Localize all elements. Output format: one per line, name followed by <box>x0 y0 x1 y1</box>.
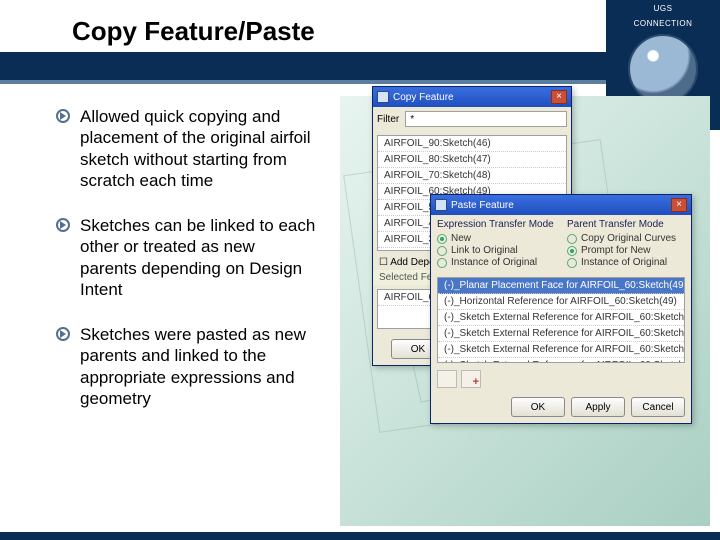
bullet-icon <box>56 109 70 123</box>
radio-label: Link to Original <box>451 245 518 256</box>
close-icon[interactable]: × <box>551 90 567 104</box>
bullet-item: Sketches can be linked to each other or … <box>56 215 316 300</box>
logo-line2: CONNECTION <box>634 19 693 28</box>
list-item[interactable]: (-)_Sketch External Reference for AIRFOI… <box>438 326 684 342</box>
title-area: Copy Feature/Paste <box>72 16 315 47</box>
tool-icon[interactable] <box>437 370 457 388</box>
cancel-button[interactable]: Cancel <box>631 397 685 417</box>
close-icon[interactable]: × <box>671 198 687 212</box>
radio-icon <box>437 258 447 268</box>
bullet-text: Sketches can be linked to each other or … <box>80 215 316 300</box>
ok-button[interactable]: OK <box>511 397 565 417</box>
radio-par-instance[interactable]: Instance of Original <box>567 257 685 268</box>
radio-icon <box>567 234 577 244</box>
list-item[interactable]: AIRFOIL_70:Sketch(48) <box>378 168 566 184</box>
dialog-title: Paste Feature <box>451 200 667 211</box>
bullet-item: Sketches were pasted as new parents and … <box>56 324 316 409</box>
expression-mode-col: Expression Transfer Mode New Link to Ori… <box>431 215 561 273</box>
list-item[interactable]: (-)_Sketch External Reference for AIRFOI… <box>438 358 684 363</box>
radio-icon <box>567 246 577 256</box>
radio-icon <box>567 258 577 268</box>
dialog-icon <box>377 91 389 103</box>
radio-icon <box>437 246 447 256</box>
bullet-icon <box>56 327 70 341</box>
button-bar: OK Apply Cancel <box>431 391 691 423</box>
mode-grid: Expression Transfer Mode New Link to Ori… <box>431 215 691 273</box>
titlebar[interactable]: Paste Feature × <box>431 195 691 215</box>
radio-label: New <box>451 233 471 244</box>
filter-label: Filter <box>377 114 399 125</box>
filter-input[interactable] <box>405 111 567 127</box>
dialog-title: Copy Feature <box>393 92 547 103</box>
list-item[interactable]: (-)_Horizontal Reference for AIRFOIL_60:… <box>438 294 684 310</box>
radio-exp-link[interactable]: Link to Original <box>437 245 555 256</box>
radio-label: Instance of Original <box>451 257 537 268</box>
globe-icon <box>628 34 698 104</box>
radio-label: Copy Original Curves <box>581 233 676 244</box>
tool-add-icon[interactable] <box>461 370 481 388</box>
paste-feature-dialog: Paste Feature × Expression Transfer Mode… <box>430 194 692 424</box>
reference-list[interactable]: (-)_Planar Placement Face for AIRFOIL_60… <box>437 277 685 363</box>
bullet-text: Sketches were pasted as new parents and … <box>80 324 316 409</box>
page-title: Copy Feature/Paste <box>72 16 315 47</box>
paste-body: Expression Transfer Mode New Link to Ori… <box>431 215 691 423</box>
bullet-list: Allowed quick copying and placement of t… <box>56 106 316 409</box>
bullet-text: Allowed quick copying and placement of t… <box>80 106 316 191</box>
slide: Copy Feature/Paste UGS CONNECTION AMERIC… <box>0 0 720 540</box>
dialog-icon <box>435 199 447 211</box>
parent-mode-col: Parent Transfer Mode Copy Original Curve… <box>561 215 691 273</box>
footer-bar <box>0 532 720 540</box>
expression-mode-label: Expression Transfer Mode <box>437 219 555 230</box>
list-item[interactable]: AIRFOIL_90:Sketch(46) <box>378 136 566 152</box>
logo-line1: UGS <box>654 4 673 13</box>
radio-icon <box>437 234 447 244</box>
radio-par-copy[interactable]: Copy Original Curves <box>567 233 685 244</box>
radio-label: Instance of Original <box>581 257 667 268</box>
titlebar[interactable]: Copy Feature × <box>373 87 571 107</box>
radio-label: Prompt for New <box>581 245 650 256</box>
radio-exp-new[interactable]: New <box>437 233 555 244</box>
radio-exp-instance[interactable]: Instance of Original <box>437 257 555 268</box>
radio-par-prompt[interactable]: Prompt for New <box>567 245 685 256</box>
filter-row: Filter <box>373 107 571 131</box>
bullet-icon <box>56 218 70 232</box>
bullet-item: Allowed quick copying and placement of t… <box>56 106 316 191</box>
parent-mode-label: Parent Transfer Mode <box>567 219 685 230</box>
mini-toolbar <box>431 367 691 391</box>
apply-button[interactable]: Apply <box>571 397 625 417</box>
list-item[interactable]: (-)_Sketch External Reference for AIRFOI… <box>438 342 684 358</box>
list-item[interactable]: (-)_Sketch External Reference for AIRFOI… <box>438 310 684 326</box>
list-item[interactable]: AIRFOIL_80:Sketch(47) <box>378 152 566 168</box>
list-item[interactable]: (-)_Planar Placement Face for AIRFOIL_60… <box>438 278 684 294</box>
